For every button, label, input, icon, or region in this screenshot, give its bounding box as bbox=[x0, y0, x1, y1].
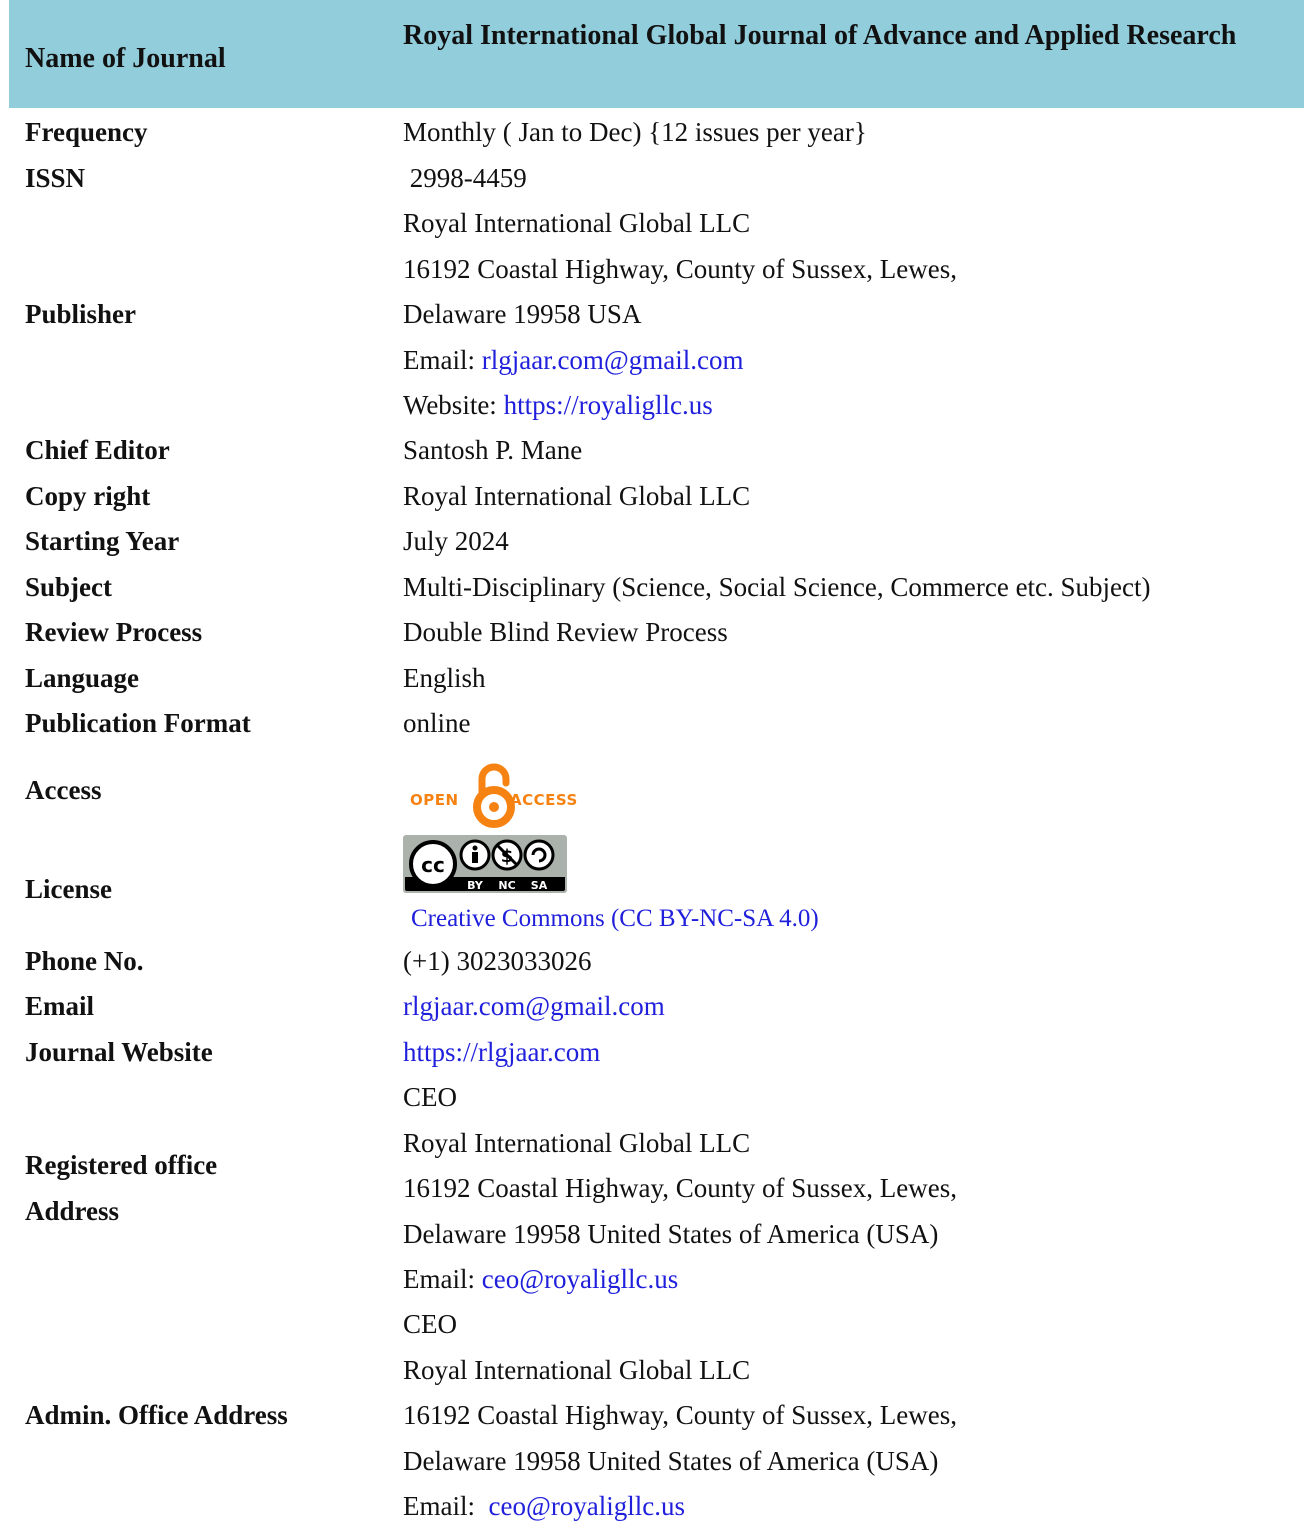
cc-by-nc-sa-badge: cc $ BY NC SA bbox=[403, 835, 567, 893]
license-label: License bbox=[25, 874, 112, 904]
starting-year-value: July 2024 bbox=[403, 526, 509, 556]
journal-website-link[interactable]: https://rlgjaar.com bbox=[403, 1037, 600, 1067]
registered-office-email-link[interactable]: ceo@royaligllc.us bbox=[482, 1264, 679, 1294]
admin-office-line: Delaware 19958 United States of America … bbox=[403, 1445, 939, 1476]
publisher-website-link[interactable]: https://royaligllc.us bbox=[504, 390, 713, 420]
publisher-value: Royal International Global LLC 16192 Coa… bbox=[403, 201, 1298, 429]
publisher-label: Publisher bbox=[25, 299, 137, 329]
admin-office-label: Admin. Office Address bbox=[25, 1400, 288, 1430]
registered-office-value: CEO Royal International Global LLC 16192… bbox=[403, 1075, 1298, 1303]
cc-term-sa: SA bbox=[531, 879, 548, 892]
language-value: English bbox=[403, 663, 486, 693]
journal-name-label: Name of Journal bbox=[25, 43, 226, 74]
copyright-value: Royal International Global LLC bbox=[403, 481, 751, 511]
publisher-website-line: Website: https://royaligllc.us bbox=[403, 383, 1298, 429]
publisher-website-prefix: Website: bbox=[403, 390, 504, 420]
publisher-email-prefix: Email: bbox=[403, 344, 482, 375]
publisher-email-link[interactable]: rlgjaar.com@gmail.com bbox=[482, 345, 744, 375]
review-process-value: Double Blind Review Process bbox=[403, 617, 728, 647]
open-access-logo: OPEN ACCESS bbox=[410, 763, 580, 829]
journal-email-link[interactable]: rlgjaar.com@gmail.com bbox=[403, 991, 665, 1021]
issn-value: 2998-4459 bbox=[403, 163, 527, 193]
registered-office-line: Delaware 19958 United States of America … bbox=[403, 1218, 939, 1249]
email-label: Email bbox=[25, 991, 95, 1021]
subject-label: Subject bbox=[25, 572, 112, 602]
sa-sharealike-icon bbox=[523, 839, 555, 871]
publication-format-label: Publication Format bbox=[25, 708, 251, 738]
language-label: Language bbox=[25, 663, 140, 693]
registered-office-label-line1: Registered office bbox=[25, 1150, 218, 1180]
review-process-label: Review Process bbox=[25, 617, 203, 647]
phone-label: Phone No. bbox=[25, 946, 144, 976]
admin-office-line: Royal International Global LLC bbox=[403, 1354, 751, 1385]
publisher-line: Royal International Global LLC bbox=[403, 208, 751, 238]
publisher-line: 16192 Coastal Highway, County of Sussex,… bbox=[403, 253, 957, 284]
registered-office-line: CEO bbox=[403, 1082, 457, 1112]
admin-office-value: CEO Royal International Global LLC 16192… bbox=[403, 1302, 1298, 1530]
frequency-label: Frequency bbox=[25, 117, 148, 147]
publisher-email-line: Email: rlgjaar.com@gmail.com bbox=[403, 338, 1298, 384]
registered-office-email-line: Email: ceo@royaligllc.us bbox=[403, 1257, 1298, 1303]
issn-label: ISSN bbox=[25, 163, 86, 193]
chief-editor-label: Chief Editor bbox=[25, 435, 170, 465]
journal-name-header: Name of Journal Royal International Glob… bbox=[9, 0, 1304, 108]
phone-value: (+1) 3023033026 bbox=[403, 946, 592, 976]
registered-office-label-line2: Address bbox=[25, 1196, 120, 1226]
open-access-word-access: ACCESS bbox=[510, 791, 578, 809]
cc-mark: cc bbox=[421, 853, 445, 877]
journal-website-label: Journal Website bbox=[25, 1037, 213, 1067]
chief-editor-value: Santosh P. Mane bbox=[403, 435, 583, 465]
admin-office-line: CEO bbox=[403, 1309, 457, 1339]
starting-year-label: Starting Year bbox=[25, 526, 180, 556]
access-label: Access bbox=[25, 775, 102, 805]
open-access-word-open: OPEN bbox=[410, 791, 459, 809]
admin-office-email-link[interactable]: ceo@royaligllc.us bbox=[488, 1491, 685, 1521]
publication-format-value: online bbox=[403, 708, 471, 738]
registered-office-line: 16192 Coastal Highway, County of Sussex,… bbox=[403, 1173, 957, 1203]
registered-office-email-prefix: Email: bbox=[403, 1264, 482, 1294]
subject-value: Multi-Disciplinary (Science, Social Scie… bbox=[403, 572, 1151, 602]
publisher-line: Delaware 19958 USA bbox=[403, 299, 642, 329]
journal-name-value: Royal International Global Journal of Ad… bbox=[403, 20, 1237, 51]
cc-term-by: BY bbox=[467, 879, 484, 892]
creative-commons-link[interactable]: Creative Commons (CC BY-NC-SA 4.0) bbox=[411, 905, 819, 932]
cc-term-nc: NC bbox=[498, 879, 515, 892]
admin-office-email-prefix: Email: bbox=[403, 1491, 489, 1521]
admin-office-line: 16192 Coastal Highway, County of Sussex,… bbox=[403, 1400, 957, 1430]
registered-office-line: Royal International Global LLC bbox=[403, 1127, 751, 1158]
journal-info-sheet: Name of Journal Royal International Glob… bbox=[0, 0, 1305, 1523]
frequency-value: Monthly ( Jan to Dec) {12 issues per yea… bbox=[403, 117, 867, 147]
copyright-label: Copy right bbox=[25, 481, 151, 511]
